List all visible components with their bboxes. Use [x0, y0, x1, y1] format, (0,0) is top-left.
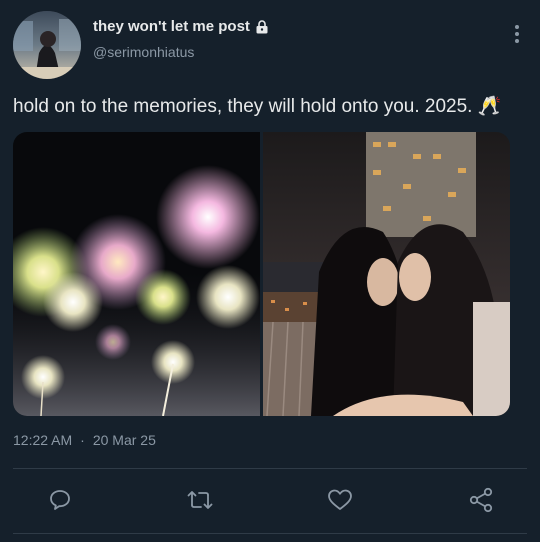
more-options-icon[interactable]: [514, 24, 520, 44]
divider-bottom: [13, 533, 527, 534]
tweet: they won't let me post @serimonhiatus ho…: [0, 0, 540, 542]
divider-top: [13, 468, 527, 469]
reply-icon[interactable]: [46, 486, 74, 514]
couple-photo[interactable]: [263, 132, 510, 416]
display-name[interactable]: they won't let me post: [93, 18, 250, 35]
share-icon[interactable]: [467, 486, 495, 514]
like-icon[interactable]: [326, 486, 354, 514]
fireworks-photo[interactable]: [13, 132, 260, 416]
media-grid: [13, 132, 510, 416]
lock-icon: [256, 19, 268, 34]
timestamp[interactable]: 12:22 AM · 20 Mar 25: [13, 432, 156, 448]
author-name[interactable]: they won't let me post: [93, 18, 268, 35]
author-handle[interactable]: @serimonhiatus: [93, 44, 194, 60]
retweet-icon[interactable]: [186, 486, 214, 514]
tweet-time: 12:22 AM: [13, 432, 73, 448]
tweet-date: 20 Mar 25: [92, 432, 156, 448]
timestamp-separator: ·: [80, 432, 85, 448]
avatar[interactable]: [13, 11, 81, 79]
action-bar: [0, 486, 540, 518]
tweet-text: hold on to the memories, they will hold …: [13, 96, 502, 117]
